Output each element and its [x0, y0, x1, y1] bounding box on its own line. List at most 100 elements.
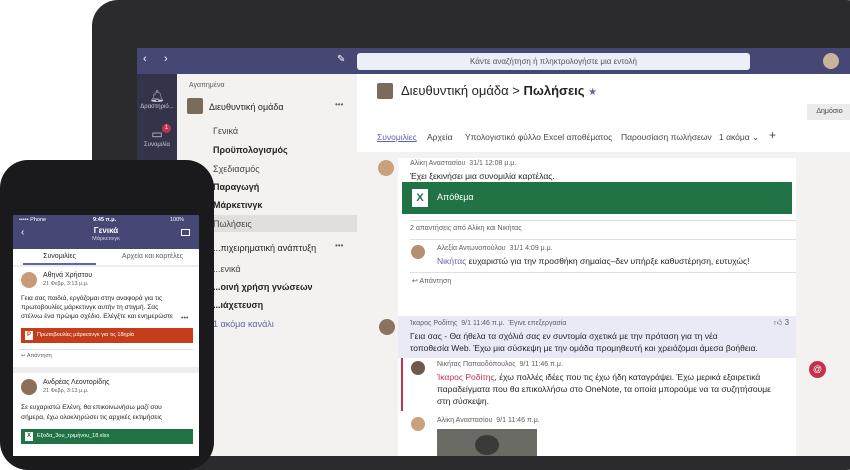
- replies-summary[interactable]: 2 απαντήσεις από Αλίκη και Νικήτας: [410, 225, 522, 232]
- message-text: ευχαριστώ για την προσθήκη σημαίας–δεν υ…: [466, 256, 750, 266]
- message-text-line2: παραδείγματα που θα επικολλήσω στο OneNo…: [437, 384, 771, 394]
- divider: [19, 349, 193, 350]
- author-name: Ανδρέας Λεοντορίδης: [43, 379, 110, 386]
- team1-name[interactable]: Διευθυντική ομάδα: [209, 102, 284, 112]
- avatar: [379, 319, 395, 335]
- tab-files[interactable]: Αρχεία: [427, 132, 453, 142]
- like-icon: 👍︎: [774, 318, 783, 327]
- divider: [410, 239, 796, 240]
- post-text-line2: σήμερα, έχω ολοκληρώσει τις αρχικές εκτι…: [21, 414, 163, 421]
- powerpoint-icon: P: [25, 331, 33, 340]
- excel-file-card[interactable]: X Εξοδα_3ου_τριμήνου_18.xlsx: [21, 429, 193, 444]
- channel-sales[interactable]: Πωλήσεις: [213, 219, 252, 229]
- channel-title: Πωλήσεις: [523, 83, 585, 98]
- chat-badge: 1: [162, 124, 171, 133]
- more-channels-link[interactable]: 1 ακόμα κανάλι: [213, 319, 274, 329]
- mention[interactable]: Ίκαρος Ροδίτης: [437, 372, 495, 382]
- timestamp: 21 Φεβρ, 3:13 μ.μ.: [43, 388, 89, 394]
- user-avatar[interactable]: [823, 53, 839, 69]
- powerpoint-file-card[interactable]: P Πρωτοβουλίες μάρκετινγκ για τις 18ηρία: [21, 328, 193, 343]
- tab-conversations[interactable]: Συνομιλίες: [377, 132, 417, 142]
- author-name: Αλεξία Αντωνοπούλου: [437, 245, 506, 252]
- file-name: Εξοδα_3ου_τριμήνου_18.xlsx: [37, 433, 110, 439]
- more-options-icon[interactable]: •••: [335, 100, 343, 109]
- channel-general-2[interactable]: ...ενικά: [213, 264, 241, 274]
- back-arrow-icon[interactable]: ‹: [143, 53, 147, 65]
- edited-label: Έγινε επεξεργασία: [508, 320, 567, 327]
- excel-card[interactable]: X Απόθεμα: [402, 182, 792, 214]
- status-carrier: ••••• Phone: [19, 217, 47, 223]
- rail-chat[interactable]: ▭ Συνομιλία 1: [137, 120, 177, 158]
- reply-button[interactable]: ↩ Απάντηση: [412, 277, 451, 285]
- channel-general[interactable]: Γενικά: [213, 126, 238, 136]
- chat-icon: ▭: [151, 127, 163, 141]
- mention[interactable]: Νικήτας: [437, 256, 466, 266]
- mobile-subtitle: Μάρκετινγκ: [92, 236, 120, 242]
- mobile-header: ••••• Phone 9:45 π.μ. 100% ‹ Γενικά Μάρκ…: [13, 215, 199, 249]
- message-text-line1: Γεια σας - Θα ήθελα τα σχόλιά σας εν συν…: [410, 331, 718, 341]
- mobile-post: Αθηνά Χρήστου 21 Φεβρ, 3:13 μ.μ. Γεια σα…: [13, 267, 199, 367]
- raccoon-face: [475, 435, 499, 455]
- compose-card-icon[interactable]: [181, 229, 190, 236]
- mobile-tab-files[interactable]: Αρχεία και καρτέλες: [106, 253, 199, 260]
- title-bar: ‹ › ✎ Κάντε αναζήτηση ή πληκτρολογήστε μ…: [137, 48, 850, 74]
- forward-arrow-icon[interactable]: ›: [164, 53, 168, 65]
- mobile-tab-conversations[interactable]: Συνομιλίες: [13, 253, 106, 260]
- like-count[interactable]: 👍︎ 3: [774, 318, 789, 328]
- author-name: Αλίκη Αναστασίου: [410, 160, 466, 167]
- channel-marketing[interactable]: Μάρκετινγκ: [213, 200, 262, 210]
- channel-design[interactable]: Σχεδιασμός: [213, 164, 260, 174]
- active-tab-indicator: [23, 263, 96, 265]
- more-options-icon[interactable]: •••: [335, 241, 343, 250]
- message-text-line2: τοποθεσία Web. Έχω μια σύσκεψη με την ομ…: [410, 343, 758, 353]
- mention-indicator: [401, 358, 403, 411]
- channel-budget[interactable]: Προϋπολογισμός: [213, 145, 288, 155]
- team-title[interactable]: Διευθυντική ομάδα: [401, 83, 509, 98]
- author-name: Αλίκη Αναστασίου: [437, 417, 493, 424]
- author-name: Αθηνά Χρήστου: [43, 272, 93, 279]
- timestamp: 9/1 11:46 π.μ.: [461, 320, 505, 327]
- compose-icon[interactable]: ✎: [337, 54, 345, 65]
- tab-excel[interactable]: Υπολογιστικό φύλλο Excel αποθέματος: [465, 132, 612, 142]
- mobile-title: Γενικά: [93, 226, 119, 235]
- avatar: [411, 361, 425, 375]
- reply-icon: ↩: [412, 278, 418, 285]
- mention-alert-icon[interactable]: @: [809, 361, 826, 378]
- public-badge: Δημόσιο: [807, 104, 850, 120]
- avatar: [411, 417, 425, 431]
- add-tab-button[interactable]: +: [769, 128, 776, 142]
- channel-management[interactable]: ...ιάχετευση: [213, 300, 263, 310]
- avatar: [21, 272, 37, 288]
- author-name: Νικήτας Παπαοδόπουλος: [437, 361, 516, 368]
- message-text-line1: , έχω πολλές ιδέες που τις έχω ήδη καταγ…: [494, 372, 761, 382]
- timestamp: 9/1 11:46 π.μ.: [496, 417, 540, 424]
- favorites-label: Αγαπημένα: [189, 82, 225, 89]
- excel-icon: X: [412, 189, 428, 207]
- rail-activity[interactable]: 🔔︎ Δραστηριό...: [137, 82, 177, 120]
- more-options-icon[interactable]: •••: [181, 315, 188, 322]
- channel-main: Διευθυντική ομάδα > Πωλήσεις ★ Δημόσιο Σ…: [357, 74, 850, 456]
- status-battery: 100%: [170, 217, 185, 223]
- channel-production[interactable]: Παραγωγή: [213, 182, 259, 192]
- message-text: Έχει ξεκινήσει μια συνομιλία καρτέλας.: [410, 171, 555, 181]
- divider: [410, 272, 796, 273]
- message-text-line3: στη σύσκεψη.: [437, 396, 490, 406]
- divider: [410, 220, 796, 221]
- breadcrumb: Διευθυντική ομάδα > Πωλήσεις ★: [401, 83, 598, 98]
- avatar: [411, 245, 425, 259]
- tab-more[interactable]: 1 ακόμα ⌄: [719, 132, 759, 143]
- post-text-line3: στέλνω ένα πρώιμο σχέδιο. Ελέγξτε και εν…: [21, 313, 173, 320]
- timestamp: 31/1 4:09 μ.μ.: [509, 245, 553, 252]
- mobile-post: Ανδρέας Λεοντορίδης 21 Φεβρ, 3:13 μ.μ. Σ…: [13, 373, 199, 456]
- channel-knowledge[interactable]: ...οινή χρήση γνώσεων: [213, 282, 313, 292]
- reply-button[interactable]: ↩ Απάντηση: [21, 353, 52, 359]
- team2-name[interactable]: ...πιχειρηματική ανάπτυξη: [213, 243, 316, 253]
- tab-presentation[interactable]: Παρουσίαση πωλήσεων: [621, 132, 712, 142]
- excel-icon: X: [25, 432, 33, 441]
- mobile-tabs: Συνομιλίες Αρχεία και καρτέλες: [13, 249, 199, 265]
- raccoon-video-thumbnail[interactable]: [437, 429, 537, 456]
- team1-avatar: [187, 98, 203, 114]
- search-input[interactable]: Κάντε αναζήτηση ή πληκτρολογήστε μια εντ…: [357, 53, 750, 70]
- favorite-star-icon[interactable]: ★: [588, 87, 597, 98]
- teams-mobile-screen: ••••• Phone 9:45 π.μ. 100% ‹ Γενικά Μάρκ…: [13, 215, 199, 456]
